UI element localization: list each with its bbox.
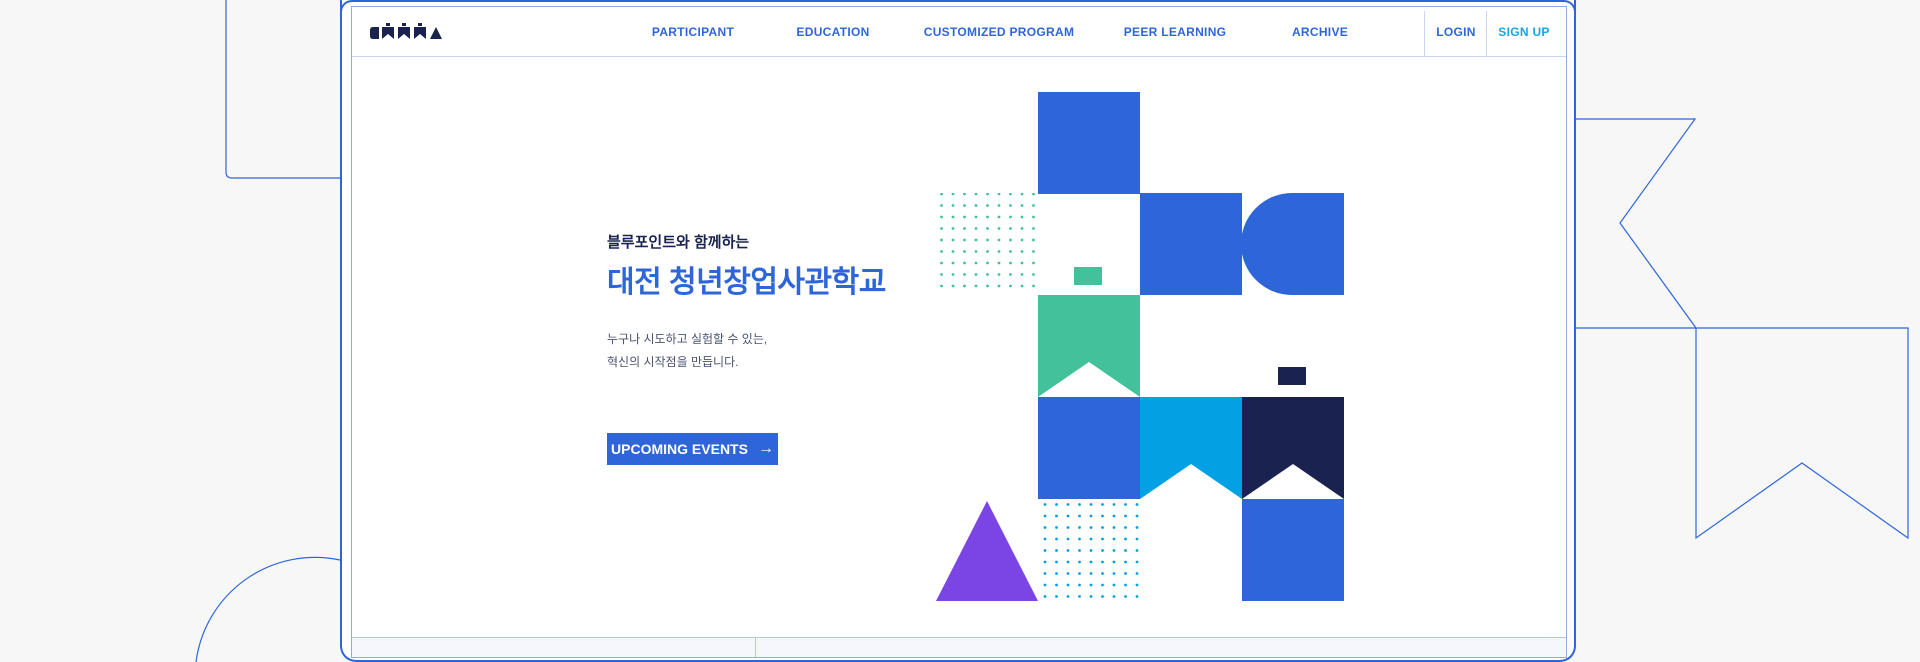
nav-divider [1424,11,1425,57]
hero-subtitle: 블루포인트와 함께하는 [607,234,750,251]
nav-peer-learning[interactable]: PEER LEARNING [1124,25,1227,39]
hero-description: 누구나 시도하고 실험할 수 있는, 혁신의 시작점을 만듭니다. [607,328,767,374]
upcoming-events-button[interactable]: UPCOMING EVENTS → [607,433,778,465]
hero-description-line: 누구나 시도하고 실험할 수 있는, [607,332,768,346]
login-link[interactable]: LOGIN [1436,25,1476,39]
nav-education[interactable]: EDUCATION [796,25,869,39]
top-navigation: PARTICIPANT EDUCATION CUSTOMIZED PROGRAM… [352,7,1566,57]
nav-divider [1486,11,1487,57]
upcoming-events-label: UPCOMING EVENTS [611,441,748,457]
signup-link[interactable]: SIGN UP [1498,25,1549,39]
browser-viewport: PARTICIPANT EDUCATION CUSTOMIZED PROGRAM… [351,6,1567,658]
arrow-right-icon: → [757,440,774,457]
nav-customized-program[interactable]: CUSTOMIZED PROGRAM [924,25,1075,39]
nav-archive[interactable]: ARCHIVE [1292,25,1348,39]
bottom-bar [352,637,1566,657]
hero-title: 대전 청년창업사관학교 [607,266,886,299]
nav-participant[interactable]: PARTICIPANT [652,25,734,39]
hero-description-line: 혁신의 시작점을 만듭니다. [607,355,739,369]
hero-geometric-illustration [936,92,1344,601]
bottom-divider [755,638,756,657]
